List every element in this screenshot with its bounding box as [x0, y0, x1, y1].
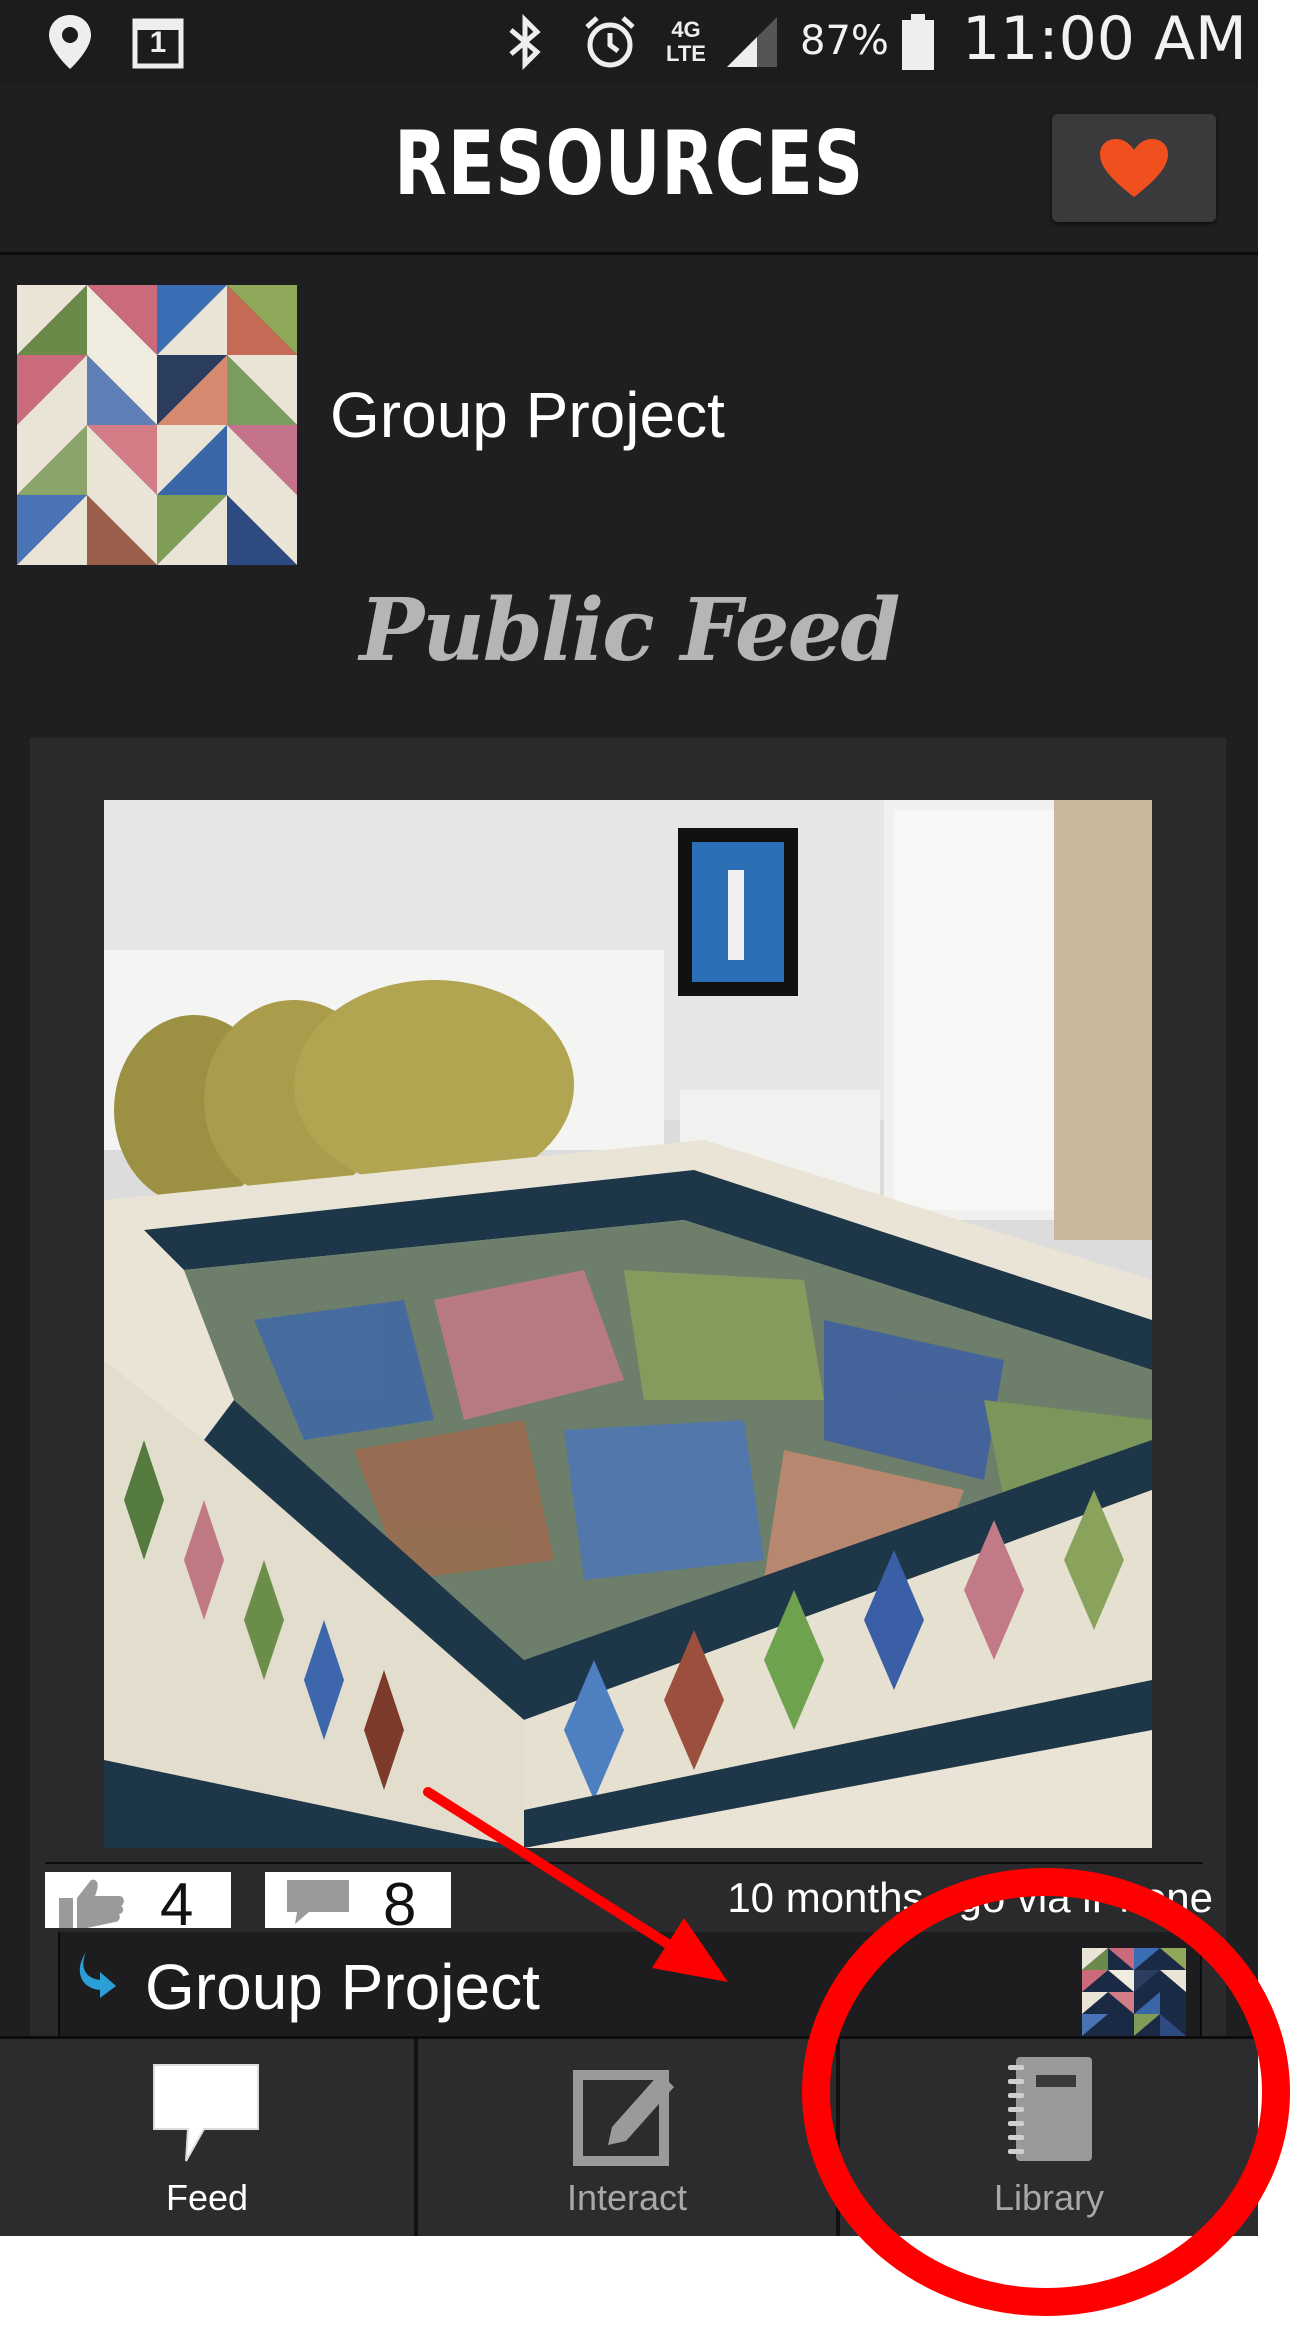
repost-group-name: Group Project [145, 1951, 540, 2023]
app-screen: 1 4G LTE 87% 11:00 AM RESOURCES Group Pr… [0, 0, 1258, 2236]
tab-feed[interactable]: Feed [0, 2039, 414, 2236]
alarm-icon [578, 10, 642, 74]
status-bar: 1 4G LTE 87% 11:00 AM [0, 0, 1258, 84]
tab-library-label: Library [993, 2177, 1105, 2218]
repost-group-avatar[interactable] [1082, 1948, 1186, 2036]
tab-library[interactable]: Library [840, 2039, 1258, 2236]
thumbs-up-icon [59, 1879, 124, 1928]
comment-count: 8 [383, 1871, 417, 1938]
page-title: RESOURCES [394, 112, 864, 215]
signal-icon [720, 10, 784, 74]
calendar-day: 1 [149, 26, 167, 59]
tab-interact-label: Interact [566, 2177, 688, 2218]
app-header: RESOURCES [0, 84, 1258, 255]
bluetooth-icon [500, 10, 550, 74]
speech-bubble-icon [153, 2064, 259, 2162]
like-button[interactable]: 4 [45, 1871, 231, 1938]
feed-title: Public Feed [359, 580, 901, 681]
favorite-button[interactable] [1052, 114, 1216, 222]
post-photo[interactable] [104, 800, 1152, 1848]
like-count: 4 [160, 1871, 194, 1938]
battery-icon [898, 10, 938, 74]
location-icon [40, 10, 100, 74]
tab-feed-label: Feed [165, 2177, 249, 2218]
network-4g-icon: 4G LTE [656, 10, 716, 74]
edit-icon [573, 2070, 674, 2166]
tab-interact[interactable]: Interact [418, 2039, 836, 2236]
comment-icon [287, 1880, 349, 1924]
post-timestamp: 10 months ago via iPhone [727, 1874, 1213, 1921]
notebook-icon [1008, 2057, 1092, 2161]
comment-button[interactable]: 8 [265, 1871, 451, 1938]
post-meta: 4 8 10 months ago via iPhone [45, 1862, 1213, 1938]
bottom-tab-bar: Feed Interact Library [0, 2036, 1258, 2236]
group-name[interactable]: Group Project [330, 378, 725, 452]
heart-icon [1100, 139, 1168, 197]
calendar-icon: 1 [128, 10, 188, 74]
group-avatar[interactable] [17, 285, 297, 565]
repost-row[interactable]: Group Project [58, 1932, 1202, 2036]
repost-arrow-icon [79, 1952, 116, 1998]
battery-percent: 87% [800, 18, 889, 64]
clock: 11:00 AM [962, 4, 1247, 74]
network-label: 4G LTE [666, 17, 706, 66]
